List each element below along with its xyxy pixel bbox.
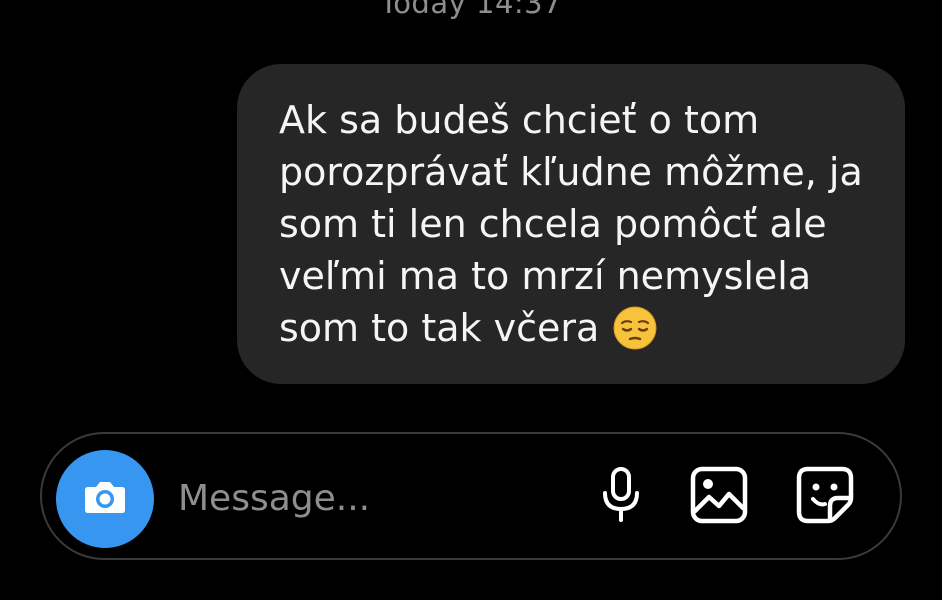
message-bubble[interactable]: Ak sa budeš chcieť o tom porozprávať kľu… [237,64,905,384]
camera-icon [80,472,130,526]
message-composer [40,432,902,560]
microphone-icon [596,465,646,529]
sticker-icon [794,464,856,530]
sticker-button[interactable] [792,464,858,530]
voice-message-button[interactable] [588,464,654,530]
gallery-button[interactable] [686,464,752,530]
image-icon [689,465,749,529]
camera-button[interactable] [56,450,154,548]
message-input[interactable] [178,470,578,526]
message-text: Ak sa budeš chcieť o tom porozprávať kľu… [279,98,863,350]
pensive-face-emoji-icon [613,306,657,350]
message-timestamp: Today 14:37 [379,0,563,20]
